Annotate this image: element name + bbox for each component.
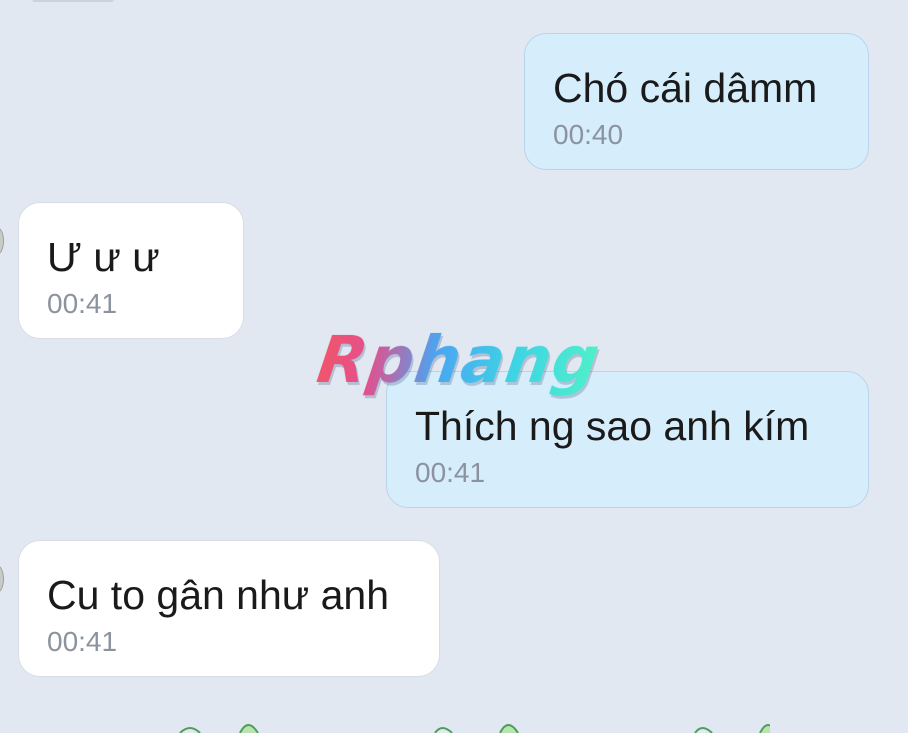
watermark-logo: Rphang bbox=[312, 324, 605, 398]
previous-message-edge bbox=[32, 0, 114, 2]
message-text: Ư ư ư bbox=[47, 234, 160, 280]
sender-avatar[interactable] bbox=[0, 227, 4, 255]
message-timestamp: 00:41 bbox=[415, 457, 486, 488]
message-timestamp: 00:40 bbox=[553, 119, 624, 150]
message-text: Cu to gân như anh bbox=[47, 572, 390, 618]
message-text: Chó cái dâmm bbox=[553, 65, 818, 111]
sticker-decoration-icon bbox=[179, 724, 770, 733]
message-text: Thích ng sao anh kím bbox=[415, 403, 810, 449]
message-timestamp: 00:41 bbox=[47, 288, 118, 319]
message-bubble-received[interactable]: Cu to gân như anh 00:41 bbox=[18, 540, 440, 677]
message-bubble-received[interactable]: Ư ư ư 00:41 bbox=[18, 202, 244, 339]
sender-avatar[interactable] bbox=[0, 565, 4, 593]
message-bubble-sent[interactable]: Chó cái dâmm 00:40 bbox=[524, 33, 869, 170]
message-timestamp: 00:41 bbox=[47, 626, 118, 657]
